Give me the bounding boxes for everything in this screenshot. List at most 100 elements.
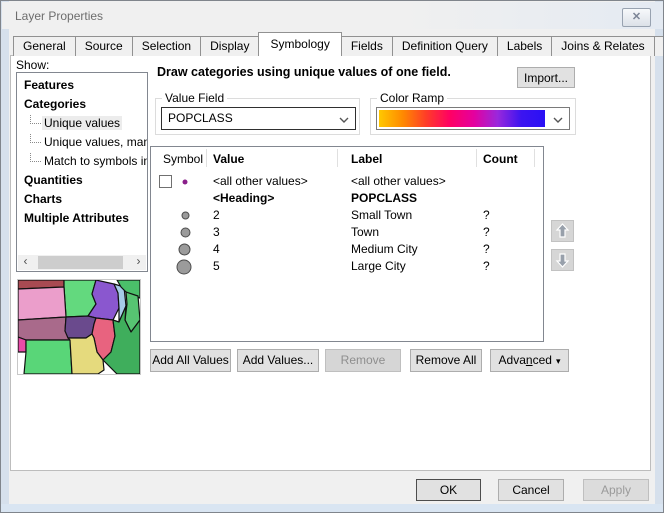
symbol-cell[interactable] (151, 224, 206, 241)
renderer-instruction: Draw categories using unique values of o… (157, 65, 451, 79)
symbol-cell[interactable] (151, 258, 206, 275)
value-cell[interactable]: 3 (213, 224, 220, 241)
unique-values-table[interactable]: Symbol Value Label Count <all other valu… (150, 146, 544, 342)
tab-fields[interactable]: Fields (341, 36, 393, 56)
dot-symbol-medium-icon (177, 224, 194, 241)
tab-labels[interactable]: Labels (497, 36, 552, 56)
tree-item-charts[interactable]: Charts (17, 190, 147, 209)
cancel-button[interactable]: Cancel (498, 479, 564, 501)
window-title: Layer Properties (15, 9, 103, 23)
dot-symbol-xlarge-icon (175, 258, 193, 276)
value-field-group: Value Field POPCLASS (155, 98, 360, 135)
tree-item-categories[interactable]: Categories (17, 95, 147, 114)
color-ramp-group: Color Ramp (370, 98, 576, 135)
table-row-class-5[interactable]: 5 Large City ? (151, 258, 543, 275)
tree-item-unique-values[interactable]: Unique values (17, 114, 147, 133)
tab-joins-relates[interactable]: Joins & Relates (551, 36, 654, 56)
tab-strip: General Source Selection Display Symbolo… (13, 33, 664, 56)
column-separator (206, 149, 207, 167)
tab-source[interactable]: Source (75, 36, 133, 56)
table-row-class-2[interactable]: 2 Small Town ? (151, 207, 543, 224)
tab-general[interactable]: General (13, 36, 76, 56)
all-other-values-dot-icon (179, 176, 191, 188)
table-row-heading[interactable]: <Heading> POPCLASS (151, 190, 543, 207)
scroll-right-icon[interactable]: › (131, 255, 146, 270)
tab-selection[interactable]: Selection (132, 36, 201, 56)
column-header-symbol: Symbol (163, 152, 203, 166)
all-other-values-checkbox[interactable] (159, 175, 172, 188)
value-cell[interactable]: <Heading> (213, 190, 274, 207)
value-field-selected: POPCLASS (168, 111, 233, 125)
scroll-left-icon[interactable]: ‹ (18, 255, 33, 270)
tree-item-quantities[interactable]: Quantities (17, 171, 147, 190)
close-icon[interactable]: ✕ (622, 8, 651, 27)
state-kansas (24, 340, 72, 374)
tree-item-match-symbols[interactable]: Match to symbols in a (17, 152, 147, 171)
count-cell: ? (483, 258, 490, 275)
symbol-cell[interactable] (151, 207, 206, 224)
chevron-down-icon (339, 117, 349, 123)
column-header-count: Count (483, 152, 518, 166)
tree-item-unique-values-many[interactable]: Unique values, many (17, 133, 147, 152)
symbol-cell[interactable] (151, 241, 206, 258)
color-ramp-dropdown[interactable] (376, 107, 570, 130)
value-field-label: Value Field (162, 91, 227, 105)
value-field-dropdown[interactable]: POPCLASS (161, 107, 356, 130)
symbol-cell (151, 173, 206, 190)
label-cell[interactable]: Small Town (351, 207, 412, 224)
column-separator (476, 149, 477, 167)
tree-horizontal-scrollbar[interactable]: ‹ › (18, 255, 146, 270)
label-cell[interactable]: <all other values> (351, 173, 446, 190)
tree-item-features[interactable]: Features (17, 76, 147, 95)
dot-symbol-small-icon (177, 207, 194, 224)
column-header-label: Label (351, 152, 382, 166)
layer-properties-dialog: Layer Properties ✕ General Source Select… (0, 0, 664, 513)
value-cell[interactable]: <all other values> (213, 173, 308, 190)
count-cell: ? (483, 207, 490, 224)
remove-all-button[interactable]: Remove All (410, 349, 482, 372)
chevron-down-icon (553, 117, 563, 123)
label-cell[interactable]: POPCLASS (351, 190, 417, 207)
tree-item-multiple-attributes[interactable]: Multiple Attributes (17, 209, 147, 228)
color-ramp-label: Color Ramp (377, 91, 447, 105)
title-bar[interactable]: Layer Properties ✕ (2, 2, 664, 29)
label-cell[interactable]: Medium City (351, 241, 418, 258)
value-cell[interactable]: 4 (213, 241, 220, 258)
count-cell: ? (483, 224, 490, 241)
value-cell[interactable]: 2 (213, 207, 220, 224)
label-cell[interactable]: Large City (351, 258, 406, 275)
apply-button[interactable]: Apply (583, 479, 649, 501)
symbology-preview-map (17, 279, 141, 375)
table-row-class-3[interactable]: 3 Town ? (151, 224, 543, 241)
advanced-button[interactable]: Advanced▾ (490, 349, 569, 372)
value-cell[interactable]: 5 (213, 258, 220, 275)
column-separator (337, 149, 338, 167)
column-separator (534, 149, 535, 167)
state-west-sliver (18, 337, 26, 352)
dropdown-arrow-icon: ▾ (556, 356, 561, 366)
ok-button[interactable]: OK (416, 479, 481, 501)
tab-definition-query[interactable]: Definition Query (392, 36, 498, 56)
label-cell[interactable]: Town (351, 224, 379, 241)
table-row-all-other-values[interactable]: <all other values> <all other values> (151, 173, 543, 190)
arrow-down-icon (552, 250, 573, 270)
count-cell: ? (483, 241, 490, 258)
add-all-values-button[interactable]: Add All Values (150, 349, 231, 372)
renderer-tree: Features Categories Unique values Unique… (16, 72, 148, 272)
move-up-button[interactable] (551, 220, 574, 242)
arrow-up-icon (552, 221, 573, 241)
tab-time[interactable]: Time (654, 36, 664, 56)
remove-button[interactable]: Remove (325, 349, 401, 372)
color-ramp-gradient (379, 110, 545, 127)
add-values-button[interactable]: Add Values... (237, 349, 319, 372)
tab-symbology[interactable]: Symbology (258, 32, 341, 56)
tab-display[interactable]: Display (200, 36, 259, 56)
move-down-button[interactable] (551, 249, 574, 271)
show-label: Show: (16, 58, 49, 72)
state-south-dakota (18, 287, 66, 320)
table-row-class-4[interactable]: 4 Medium City ? (151, 241, 543, 258)
window-frame-bottom (1, 504, 664, 512)
column-header-value: Value (213, 152, 244, 166)
import-button[interactable]: Import... (517, 67, 575, 88)
scrollbar-thumb[interactable] (38, 256, 123, 269)
